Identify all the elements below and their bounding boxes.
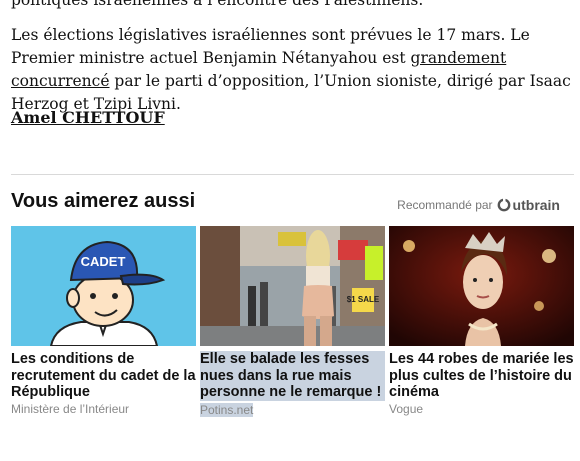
- recommended-by-label: Recommandé par: [397, 198, 493, 212]
- outbrain-logo-text: utbrain: [512, 197, 560, 213]
- recommended-by[interactable]: Recommandé par utbrain: [397, 197, 560, 213]
- section-divider: [11, 174, 574, 175]
- card-source: Ministère de l’Intérieur: [11, 401, 130, 416]
- street-sign-text: $1 SALE: [347, 295, 380, 304]
- outbrain-logo[interactable]: utbrain: [497, 197, 560, 213]
- card-headline[interactable]: Les conditions de recrutement du cadet d…: [11, 351, 196, 401]
- recommendation-card-3[interactable]: Les 44 robes de mariée les plus cultes d…: [389, 226, 574, 416]
- article-paragraph: Les élections législatives israéliennes …: [11, 24, 571, 116]
- street-photo-image[interactable]: $1 SALE: [200, 226, 385, 346]
- recommendation-card-1[interactable]: CADET Les conditions de recrutement du c…: [11, 226, 196, 416]
- actress-photo-image[interactable]: [389, 226, 574, 346]
- card-source: Potins.net: [200, 402, 254, 417]
- card-headline[interactable]: Elle se balade les fesses nues dans la r…: [200, 351, 385, 401]
- card-source: Vogue: [389, 401, 424, 416]
- cadet-cartoon-image[interactable]: CADET: [11, 226, 196, 346]
- recommendations-title: Vous aimerez aussi: [11, 190, 196, 212]
- article-previous-line: politiques israéliennes à l’encontre des…: [11, 0, 424, 9]
- recommendation-card-2[interactable]: $1 SALE Elle se balade les fesses nues d…: [200, 226, 385, 419]
- cadet-cap-text: CADET: [81, 254, 126, 269]
- article-author[interactable]: Amel CHETTOUF: [11, 108, 165, 127]
- outbrain-o-icon: [497, 198, 510, 212]
- card-headline[interactable]: Les 44 robes de mariée les plus cultes d…: [389, 351, 574, 401]
